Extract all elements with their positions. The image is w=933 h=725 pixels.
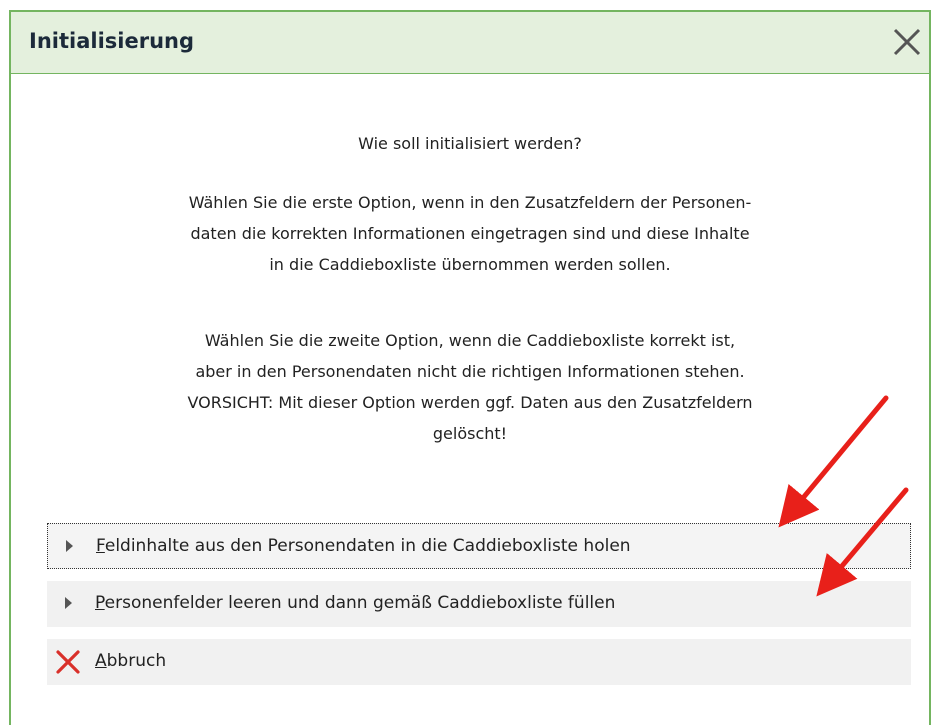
info-paragraph-1-line: Wählen Sie die erste Option, wenn in den… xyxy=(188,193,752,212)
info-paragraph-1-line: in die Caddieboxliste übernommen werden … xyxy=(269,255,671,274)
dialog-title: Initialisierung xyxy=(29,29,194,53)
info-paragraph-2: Wählen Sie die zweite Option, wenn die C… xyxy=(11,325,929,449)
question-text: Wie soll initialisiert werden? xyxy=(358,134,582,153)
abbruch-button[interactable]: Abbruch xyxy=(47,639,911,685)
info-paragraph-2-line: aber in den Personendaten nicht die rich… xyxy=(195,362,745,381)
dialog-titlebar: Initialisierung xyxy=(11,12,929,74)
info-paragraph-1-line: daten die korrekten Informationen einget… xyxy=(190,224,750,243)
info-paragraph-2-line: Wählen Sie die zweite Option, wenn die C… xyxy=(204,331,736,350)
info-paragraph-2-line: VORSICHT: Mit dieser Option werden ggf. … xyxy=(187,393,753,412)
play-triangle-icon xyxy=(65,597,72,609)
option-personenfelder-leeren-button[interactable]: Personenfelder leeren und dann gemäß Cad… xyxy=(47,581,911,627)
red-x-icon xyxy=(56,650,80,674)
close-icon[interactable] xyxy=(889,24,925,60)
option-label: Feldinhalte aus den Personendaten in die… xyxy=(96,536,631,556)
option-feldinhalte-holen-button[interactable]: Feldinhalte aus den Personendaten in die… xyxy=(47,523,911,569)
option-label: Abbruch xyxy=(95,651,167,671)
info-paragraph-1: Wählen Sie die erste Option, wenn in den… xyxy=(11,187,929,280)
initialisierung-dialog: Initialisierung Wie soll initialisiert w… xyxy=(9,10,931,725)
option-label: Personenfelder leeren und dann gemäß Cad… xyxy=(95,593,616,613)
info-paragraph-2-line: gelöscht! xyxy=(432,424,508,443)
play-triangle-icon xyxy=(66,540,73,552)
